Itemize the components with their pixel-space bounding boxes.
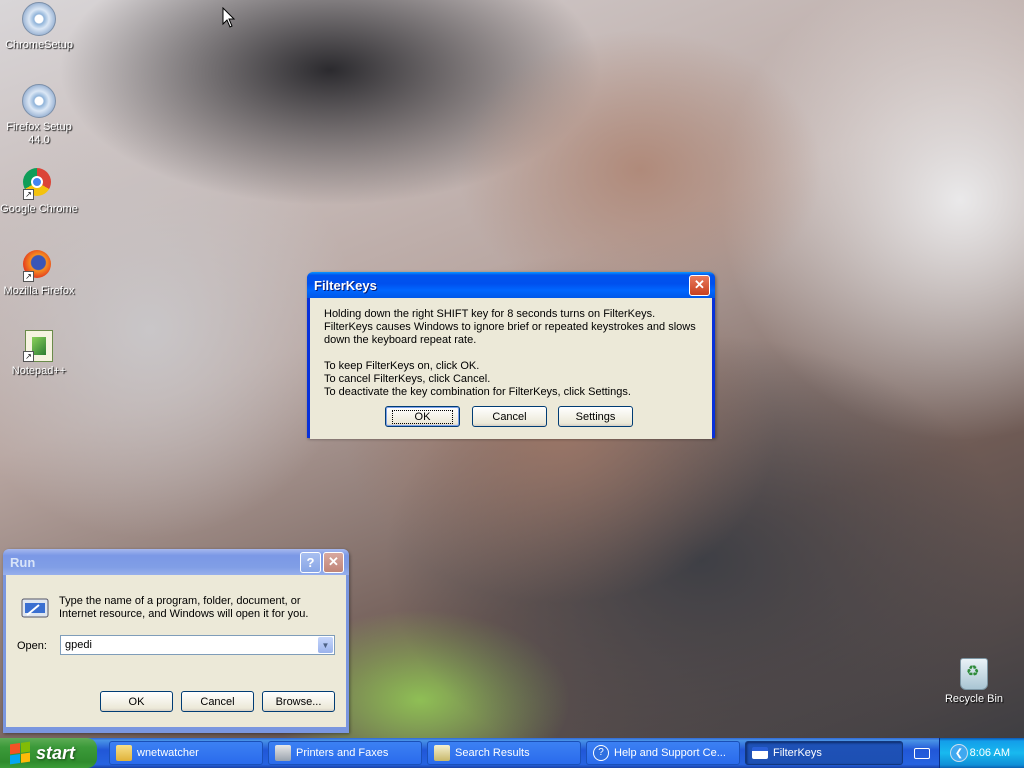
run-icon [21, 598, 49, 618]
keyboard-language-icon[interactable] [914, 748, 930, 759]
desktop-icon-label: ChromeSetup [5, 39, 73, 51]
ok-button[interactable]: OK [385, 406, 460, 427]
taskbar-item-label: Help and Support Ce... [614, 747, 726, 759]
system-tray: ❮ 8:06 AM [939, 738, 1024, 768]
windows-logo-icon [10, 741, 30, 765]
dropdown-button[interactable]: ▼ [318, 637, 333, 653]
desktop-icon-google-chrome[interactable]: ↗ Google Chrome [0, 166, 78, 216]
close-button[interactable]: ✕ [689, 274, 710, 296]
filterkeys-message: Holding down the right SHIFT key for 8 s… [324, 308, 696, 346]
run-client: Type the name of a program, folder, docu… [6, 575, 346, 727]
close-icon: ✕ [694, 277, 705, 292]
open-label: Open: [17, 640, 47, 652]
cancel-button[interactable]: Cancel [472, 406, 547, 427]
taskbar-item-help-support[interactable]: ? Help and Support Ce... [586, 741, 740, 765]
filterkeys-deactivate-text: To deactivate the key combination for Fi… [324, 386, 631, 398]
clock[interactable]: 8:06 AM [970, 747, 1010, 759]
cancel-label: Cancel [200, 695, 235, 708]
taskbar-item-wnetwatcher[interactable]: wnetwatcher [109, 741, 263, 765]
close-icon: ✕ [328, 554, 339, 569]
taskbar-item-label: FilterKeys [773, 747, 822, 759]
window-icon [752, 747, 768, 759]
desktop-icon-notepadpp[interactable]: ↗ Notepad++ [0, 330, 78, 378]
firefox-icon: ↗ [23, 250, 55, 282]
desktop-icon-recycle-bin[interactable]: Recycle Bin [935, 658, 1013, 706]
browse-label: Browse... [275, 695, 322, 708]
desktop-icon-label: Notepad++ [11, 365, 67, 377]
desktop-icon-chromesetup[interactable]: ChromeSetup [0, 2, 78, 52]
ok-label: OK [391, 409, 454, 424]
chevron-left-icon: ❮ [954, 747, 964, 759]
mouse-cursor-icon [222, 7, 236, 28]
taskbar-item-label: Search Results [455, 747, 530, 759]
run-dialog: Run ? ✕ Type the name of a program, fold… [3, 549, 349, 733]
filterkeys-titlebar[interactable]: FilterKeys ✕ [307, 272, 715, 298]
taskbar-item-filterkeys[interactable]: FilterKeys [745, 741, 903, 765]
filterkeys-client: Holding down the right SHIFT key for 8 s… [310, 298, 712, 439]
run-titlebar[interactable]: Run ? ✕ [3, 549, 349, 575]
taskbar-item-search-results[interactable]: Search Results [427, 741, 581, 765]
desktop-icon-firefox-setup[interactable]: Firefox Setup 44.0 [0, 84, 78, 147]
close-button[interactable]: ✕ [323, 551, 344, 573]
cancel-button[interactable]: Cancel [181, 691, 254, 712]
run-description: Type the name of a program, folder, docu… [59, 595, 309, 620]
desktop-icon-mozilla-firefox[interactable]: ↗ Mozilla Firefox [0, 248, 78, 298]
desktop-icon-label: Firefox Setup 44.0 [6, 121, 72, 146]
ok-label: OK [128, 695, 145, 708]
notepadpp-icon: ↗ [23, 330, 55, 362]
filterkeys-keep-text: To keep FilterKeys on, click OK. [324, 360, 480, 372]
taskbar: start wnetwatcher Printers and Faxes Sea… [0, 738, 1024, 768]
show-hidden-icons-button[interactable]: ❮ [950, 744, 968, 762]
cancel-label: Cancel [492, 410, 527, 423]
printer-icon [275, 745, 291, 761]
open-combobox[interactable]: gpedi ▼ [60, 635, 335, 655]
ok-button[interactable]: OK [100, 691, 173, 712]
desktop-icon-label: Recycle Bin [944, 693, 1004, 705]
help-button[interactable]: ? [300, 551, 321, 573]
dialog-title: FilterKeys [314, 277, 377, 293]
desktop-icon-label: Google Chrome [0, 203, 78, 215]
start-button[interactable]: start [0, 738, 97, 768]
start-label: start [36, 742, 76, 763]
recycle-bin-icon [958, 658, 990, 690]
chrome-icon: ↗ [23, 168, 55, 200]
search-results-icon [434, 745, 450, 761]
settings-button[interactable]: Settings [558, 406, 633, 427]
taskbar-item-printers[interactable]: Printers and Faxes [268, 741, 422, 765]
filterkeys-cancel-text: To cancel FilterKeys, click Cancel. [324, 373, 491, 385]
open-input[interactable]: gpedi [65, 639, 92, 651]
dialog-title: Run [10, 554, 36, 570]
folder-icon [116, 745, 132, 761]
cd-setup-icon [22, 2, 56, 36]
taskbar-item-label: Printers and Faxes [296, 747, 389, 759]
help-icon: ? [306, 554, 315, 570]
cd-setup-icon [22, 84, 56, 118]
settings-label: Settings [575, 410, 616, 423]
chevron-down-icon: ▼ [321, 640, 330, 650]
filterkeys-dialog: FilterKeys ✕ Holding down the right SHIF… [307, 272, 715, 439]
taskbar-item-label: wnetwatcher [137, 747, 199, 759]
browse-button[interactable]: Browse... [262, 691, 335, 712]
desktop-icon-label: Mozilla Firefox [3, 285, 75, 297]
help-icon: ? [593, 745, 609, 761]
